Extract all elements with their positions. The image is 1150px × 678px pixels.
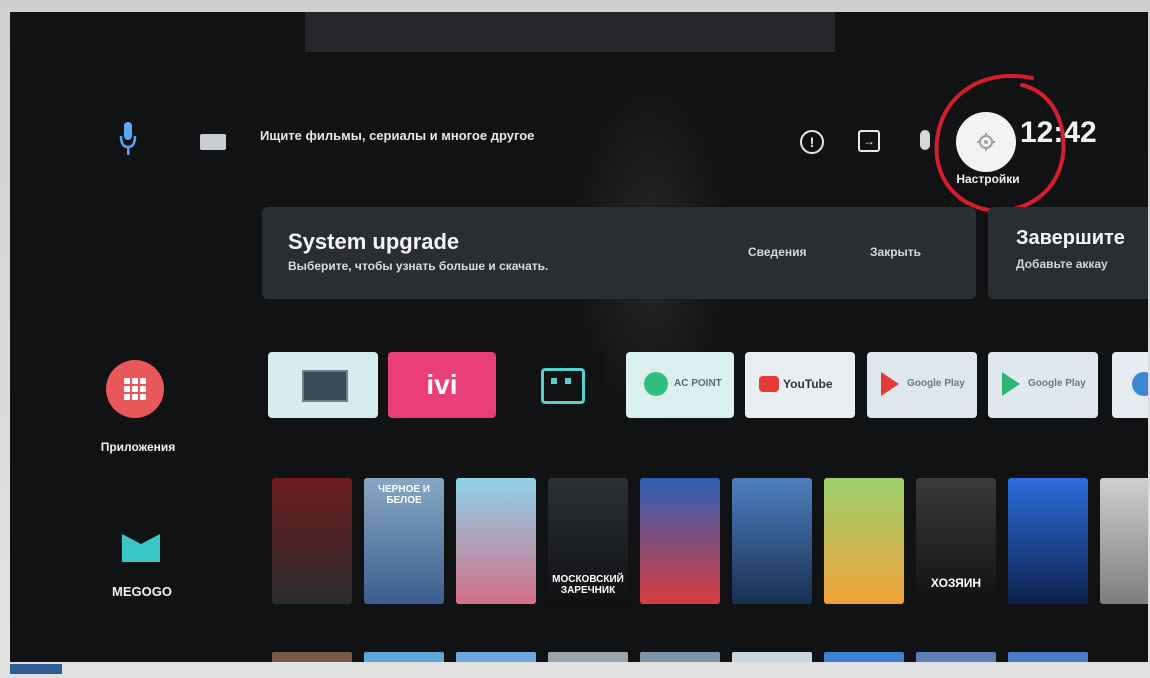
- row3-item-2[interactable]: [364, 652, 444, 662]
- acpoint-label: AC POINT: [674, 378, 722, 389]
- tv-screen: Ищите фильмы, сериалы и многое другое ! …: [10, 12, 1148, 662]
- photo-frame: Ищите фильмы, сериалы и многое другое ! …: [0, 0, 1150, 678]
- app-tile-more[interactable]: [1112, 352, 1148, 418]
- finish-subtitle: Добавьте аккау: [1016, 257, 1108, 271]
- app-tile-robot[interactable]: [515, 352, 605, 418]
- app-tile-ivi[interactable]: ivi: [388, 352, 496, 418]
- poster-4[interactable]: МОСКОВСКИЙ ЗАРЕЧНИК: [548, 478, 628, 604]
- poster-1[interactable]: [272, 478, 352, 604]
- mic-icon[interactable]: [118, 120, 138, 160]
- google-play-store-label: Google Play: [1028, 378, 1086, 389]
- upgrade-title: System upgrade: [288, 229, 460, 254]
- row3-item-7[interactable]: [824, 652, 904, 662]
- poster-2-caption: ЧЕРНОЕ И БЕЛОЕ: [377, 484, 430, 506]
- youtube-label: YouTube: [783, 377, 833, 391]
- app-tile-acpoint[interactable]: AC POINT: [626, 352, 734, 418]
- app-tile-google-play-store[interactable]: Google Play: [988, 352, 1098, 418]
- poster-6[interactable]: [732, 478, 812, 604]
- finish-setup-card[interactable]: Завершите Добавьте аккау: [988, 207, 1148, 299]
- input-source-icon[interactable]: →: [858, 130, 880, 152]
- app-tile-youtube[interactable]: YouTube: [745, 352, 855, 418]
- app-tile-google-play-movies[interactable]: Google Play: [867, 352, 977, 418]
- google-play-movies-label: Google Play: [907, 378, 965, 389]
- photo-bottom-strip: [0, 662, 1150, 678]
- upgrade-subtitle: Выберите, чтобы узнать больше и скачать.: [288, 259, 549, 273]
- poster-2[interactable]: ЧЕРНОЕ И БЕЛОЕ: [364, 478, 444, 604]
- system-upgrade-card[interactable]: System upgrade Выберите, чтобы узнать бо…: [262, 207, 976, 299]
- poster-8-caption: ХОЗЯИН: [930, 576, 982, 590]
- info-icon[interactable]: !: [800, 130, 824, 154]
- row3-item-9[interactable]: [1008, 652, 1088, 662]
- app-tile-tv[interactable]: [268, 352, 378, 418]
- poster-10[interactable]: [1100, 478, 1148, 604]
- row3-item-6[interactable]: [732, 652, 812, 662]
- row3-item-3[interactable]: [456, 652, 536, 662]
- finish-title: Завершите: [1016, 227, 1125, 249]
- poster-5[interactable]: [640, 478, 720, 604]
- megogo-label: MEGOGO: [112, 584, 172, 599]
- wifi-icon[interactable]: [920, 130, 930, 150]
- poster-3[interactable]: [456, 478, 536, 604]
- keyboard-icon[interactable]: [200, 134, 226, 150]
- row3-item-4[interactable]: [548, 652, 628, 662]
- tv-top-bezel: [305, 12, 835, 52]
- photo-corner-mark: [10, 664, 62, 674]
- search-input[interactable]: Ищите фильмы, сериалы и многое другое: [260, 128, 534, 143]
- details-button[interactable]: Сведения: [748, 245, 806, 259]
- megogo-icon[interactable]: [120, 526, 162, 566]
- poster-7[interactable]: [824, 478, 904, 604]
- clock: 12:42: [1020, 116, 1097, 149]
- poster-9[interactable]: [1008, 478, 1088, 604]
- row3-item-5[interactable]: [640, 652, 720, 662]
- poster-4-caption: МОСКОВСКИЙ ЗАРЕЧНИК: [552, 574, 624, 596]
- row3-item-8[interactable]: [916, 652, 996, 662]
- apps-label: Приложения: [100, 440, 176, 454]
- settings-gear-icon: [977, 133, 995, 151]
- close-button[interactable]: Закрыть: [870, 245, 921, 259]
- poster-8[interactable]: ХОЗЯИН: [916, 478, 996, 604]
- settings-label: Настройки: [956, 172, 1020, 186]
- row3-item-1[interactable]: [272, 652, 352, 662]
- apps-grid-icon: [124, 378, 146, 400]
